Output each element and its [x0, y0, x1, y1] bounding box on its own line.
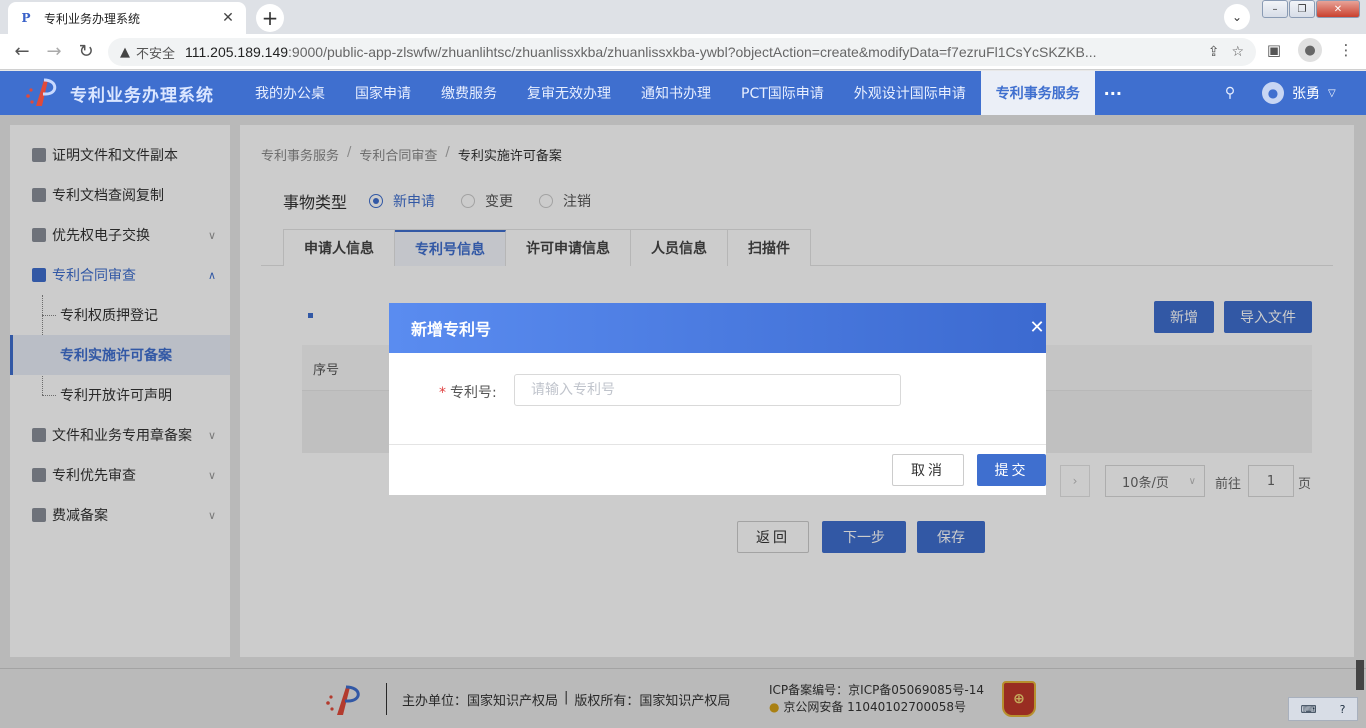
brand[interactable]: 专利业务办理系统	[22, 77, 214, 109]
url-path: :9000/public-app-zlswfw/zhuanlihtsc/zhua…	[288, 44, 1097, 60]
patent-number-input[interactable]	[514, 374, 901, 406]
nav-pct[interactable]: PCT国际申请	[726, 71, 839, 115]
nav-design-international[interactable]: 外观设计国际申请	[839, 71, 981, 115]
window-controls: – ❐ ✕	[1261, 0, 1360, 18]
browser-tabbar: P 专利业务办理系统 ✕ + ⌄ – ❐ ✕	[0, 0, 1366, 34]
nav-reexamination[interactable]: 复审无效办理	[512, 71, 626, 115]
search-icon[interactable]: ⚲	[1214, 71, 1246, 115]
scrollbar-thumb[interactable]	[1356, 660, 1364, 690]
sidepanel-icon[interactable]: ▣	[1262, 38, 1286, 62]
address-bar: ← → ↻ ▲ 不安全 111.205.189.149:9000/public-…	[0, 34, 1366, 70]
warning-icon: ▲	[120, 44, 130, 60]
nav-my-desk[interactable]: 我的办公桌	[240, 71, 340, 115]
dialog-title: 新增专利号	[411, 320, 492, 339]
required-mark: *	[439, 385, 446, 401]
chevron-down-icon: ▽	[1328, 87, 1336, 99]
nav-payment-service[interactable]: 缴费服务	[426, 71, 512, 115]
user-avatar-icon: ●	[1262, 82, 1284, 104]
browser-menu-icon[interactable]: ⋮	[1334, 38, 1358, 62]
help-icon[interactable]: ?	[1340, 703, 1346, 716]
window-close-button[interactable]: ✕	[1316, 0, 1360, 18]
bookmark-star-icon[interactable]: ☆	[1231, 44, 1244, 60]
share-icon[interactable]: ⇪	[1208, 44, 1220, 60]
nav-more-icon[interactable]: ···	[1095, 71, 1131, 115]
reload-icon[interactable]: ↻	[70, 36, 102, 68]
tab-close-icon[interactable]: ✕	[220, 10, 236, 26]
system-tray: ⌨ ?	[1288, 697, 1358, 721]
cnipa-logo-icon	[26, 78, 57, 106]
back-arrow-icon[interactable]: ←	[6, 36, 38, 68]
url-field[interactable]: ▲ 不安全 111.205.189.149:9000/public-app-zl…	[108, 38, 1256, 66]
app-header: 专利业务办理系统 我的办公桌 国家申请 缴费服务 复审无效办理 通知书办理 PC…	[0, 71, 1366, 115]
top-nav: 我的办公桌 国家申请 缴费服务 复审无效办理 通知书办理 PCT国际申请 外观设…	[240, 71, 1131, 115]
keyboard-icon[interactable]: ⌨	[1301, 703, 1317, 716]
url-text: 111.205.189.149:9000/public-app-zlswfw/z…	[185, 44, 1196, 60]
dialog-divider	[389, 444, 1046, 445]
close-icon[interactable]: ✕	[1028, 316, 1046, 338]
submit-button[interactable]: 提交	[977, 454, 1046, 486]
forward-arrow-icon[interactable]: →	[38, 36, 70, 68]
user-name: 张勇	[1292, 86, 1320, 102]
dialog-header: 新增专利号	[389, 303, 1046, 353]
restore-button[interactable]: ❐	[1289, 0, 1315, 18]
user-menu[interactable]: ● 张勇 ▽	[1262, 71, 1336, 115]
new-tab-button[interactable]: +	[256, 4, 284, 32]
cancel-button[interactable]: 取消	[892, 454, 964, 486]
brand-title: 专利业务办理系统	[70, 85, 214, 106]
nav-patent-affairs[interactable]: 专利事务服务	[980, 71, 1095, 115]
browser-tab-title: 专利业务办理系统	[44, 11, 141, 26]
patent-number-label: * 专利号:	[439, 382, 497, 402]
nav-notices[interactable]: 通知书办理	[626, 71, 726, 115]
insecure-label: 不安全	[136, 46, 176, 62]
browser-tab[interactable]: P 专利业务办理系统 ✕	[8, 2, 246, 34]
url-host: 111.205.189.149	[185, 44, 289, 60]
add-patent-number-dialog: 新增专利号 ✕ *专利号: 取消 提交	[389, 303, 1046, 495]
nav-national-application[interactable]: 国家申请	[340, 71, 426, 115]
profile-avatar-icon[interactable]: ●	[1298, 38, 1322, 62]
tab-search-icon[interactable]: ⌄	[1224, 4, 1250, 30]
patent-number-label-text: 专利号:	[450, 385, 497, 401]
minimize-button[interactable]: –	[1262, 0, 1288, 18]
site-favicon-icon: P	[21, 11, 31, 25]
